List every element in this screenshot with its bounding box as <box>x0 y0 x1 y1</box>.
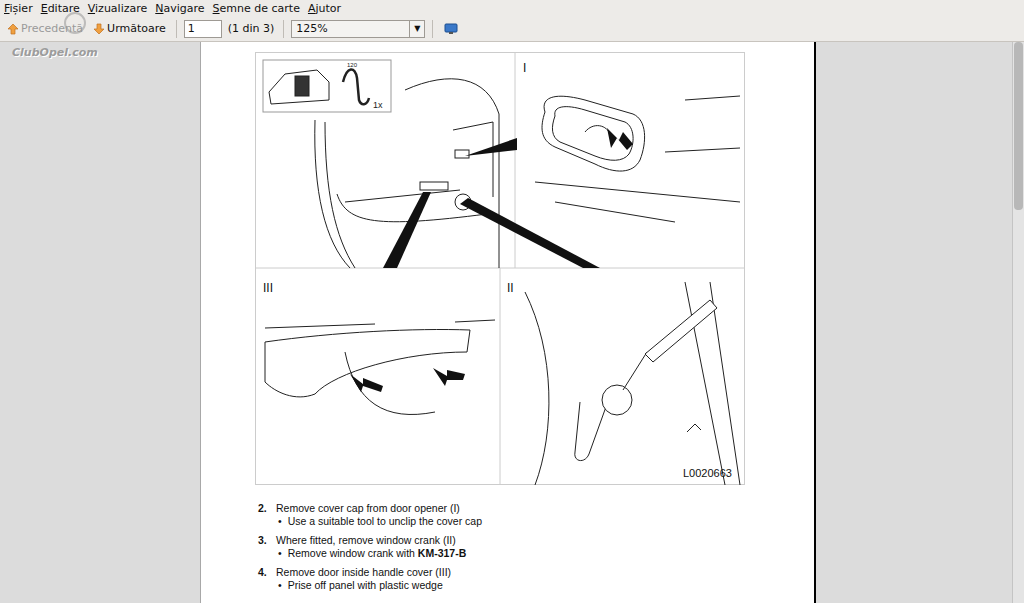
toolbar-separator <box>283 20 284 38</box>
vertical-scrollbar[interactable] <box>1012 42 1024 603</box>
figure: 1201xIIIIIIL0020663 <box>255 52 814 485</box>
door-trim-diagram: 1201xIIIIIIL0020663 <box>255 52 745 485</box>
watermark: ClubOpel.com <box>12 12 98 59</box>
menu-item[interactable]: Vizualizare <box>88 2 148 15</box>
panel-label: I <box>523 61 526 75</box>
instruction-bullet: • Use a suitable tool to unclip the cove… <box>258 515 814 528</box>
menu-bar: Fișier Editare Vizualizare Navigare Semne de… <box>0 0 1024 16</box>
page-count: (1 din 3) <box>226 22 277 35</box>
figure-code: L0020663 <box>683 467 732 479</box>
menu-item[interactable]: Semne de carte <box>213 2 300 15</box>
inset-part-number: 120 <box>347 62 358 68</box>
document-area: 1201xIIIIIIL0020663 2. Remove cover cap … <box>0 42 1024 603</box>
zoom-combo[interactable]: 125% ▼ <box>291 20 425 38</box>
menu-item[interactable]: Ajutor <box>308 2 341 15</box>
instruction-bullet: • Prise off panel with plastic wedge <box>258 579 814 592</box>
instruction-step: 2. Remove cover cap from door opener (I)… <box>258 502 814 528</box>
instruction-step: 4. Remove door inside handle cover (III)… <box>258 566 814 592</box>
menu-item[interactable]: Navigare <box>155 2 204 15</box>
up-arrow-icon <box>7 23 19 35</box>
previous-button[interactable]: Precedentă <box>4 20 86 37</box>
toolbar-separator <box>432 20 433 38</box>
page-margin <box>0 42 200 603</box>
page-field[interactable]: 1 <box>184 20 222 38</box>
dropdown-arrow-icon[interactable]: ▼ <box>409 21 424 37</box>
panel-label: II <box>507 281 514 295</box>
toolbar: Precedentă Următoare 1 (1 din 3) 125% ▼ <box>0 16 1024 42</box>
scrollbar-thumb[interactable] <box>1014 42 1023 210</box>
instruction-bullet: • Remove window crank with KM-317-B <box>258 547 814 560</box>
next-button[interactable]: Următoare <box>90 20 169 37</box>
document-page: 1201xIIIIIIL0020663 2. Remove cover cap … <box>200 42 816 603</box>
panel-label: III <box>263 281 273 295</box>
menu-item[interactable]: Editare <box>41 2 80 15</box>
fullscreen-button[interactable] <box>440 20 462 38</box>
instruction-step: 3. Where fitted, remove window crank (II… <box>258 534 814 560</box>
pdf-viewer-window: Fișier Editare Vizualizare Navigare Semne de… <box>0 0 1024 603</box>
down-arrow-icon <box>93 23 105 35</box>
toolbar-separator <box>176 20 177 38</box>
opel-logo-icon <box>64 12 86 34</box>
instruction-list: 2. Remove cover cap from door opener (I)… <box>258 485 814 592</box>
monitor-icon <box>444 22 458 36</box>
page-margin <box>816 42 1012 603</box>
inset-quantity: 1x <box>373 100 383 110</box>
menu-item[interactable]: Fișier <box>4 2 33 15</box>
